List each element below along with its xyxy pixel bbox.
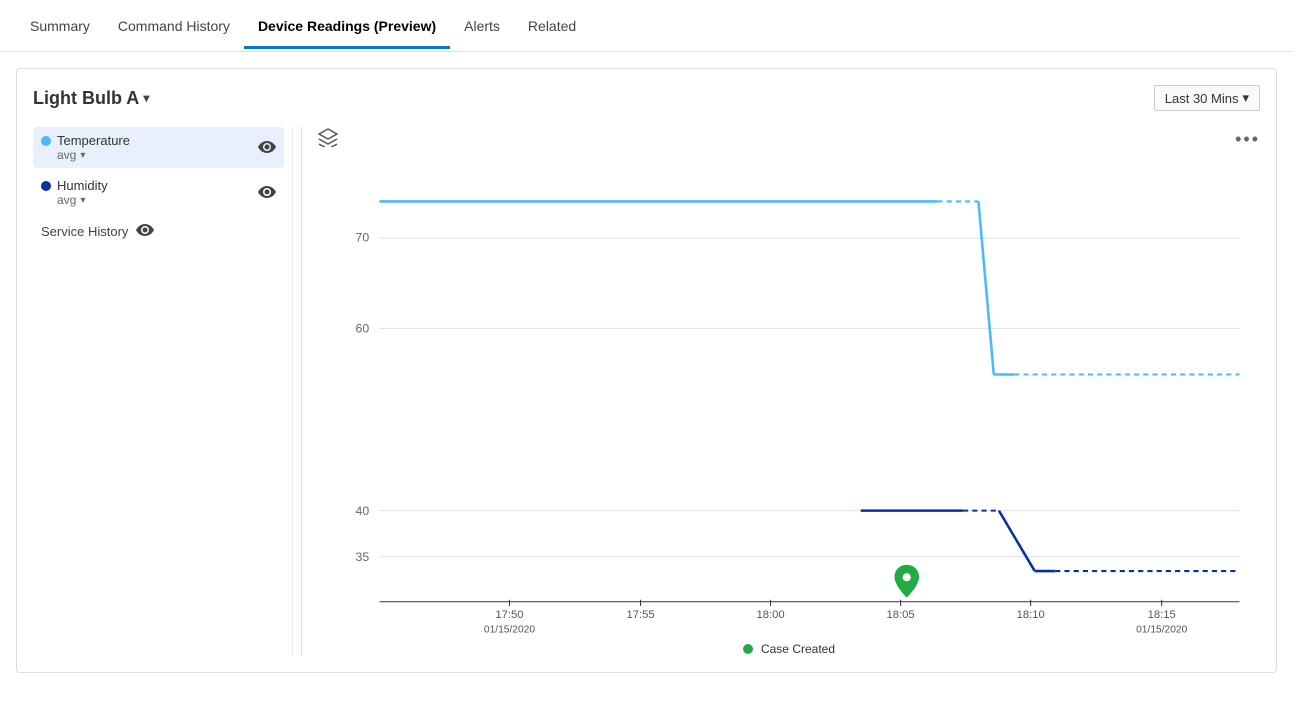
series-service-history-name: Service History bbox=[41, 224, 128, 239]
svg-text:70: 70 bbox=[356, 230, 370, 244]
series-humidity-agg: avg ▾ bbox=[57, 193, 108, 207]
series-humidity-agg-chevron: ▾ bbox=[80, 195, 85, 206]
series-humidity-eye-icon[interactable] bbox=[258, 185, 276, 201]
layers-icon[interactable] bbox=[318, 127, 338, 152]
series-humidity-name: Humidity bbox=[57, 178, 108, 193]
series-temperature-name-row: Temperature bbox=[41, 133, 130, 148]
tab-device-readings[interactable]: Device Readings (Preview) bbox=[244, 4, 450, 48]
sidebar-divider bbox=[301, 127, 302, 656]
device-name: Light Bulb A bbox=[33, 88, 139, 109]
svg-text:60: 60 bbox=[356, 321, 370, 335]
chart-legend: Case Created bbox=[318, 642, 1260, 656]
svg-text:01/15/2020: 01/15/2020 bbox=[1136, 625, 1187, 635]
series-humidity-dot bbox=[41, 181, 51, 191]
legend-case-created-dot bbox=[743, 644, 753, 654]
series-humidity-left: Humidity avg ▾ bbox=[41, 178, 108, 207]
device-chevron: ▾ bbox=[143, 91, 149, 105]
svg-text:18:10: 18:10 bbox=[1017, 609, 1045, 621]
time-range-selector[interactable]: Last 30 Mins ▾ bbox=[1154, 85, 1260, 111]
svg-text:18:05: 18:05 bbox=[887, 609, 915, 621]
chart-toolbar-left bbox=[318, 127, 338, 152]
series-temperature-eye-icon[interactable] bbox=[258, 140, 276, 156]
chart-more-icon[interactable]: ••• bbox=[1235, 129, 1260, 150]
chart-area: ••• bbox=[310, 127, 1260, 656]
time-range-label: Last 30 Mins bbox=[1165, 91, 1239, 106]
series-temperature-left: Temperature avg ▾ bbox=[41, 133, 130, 162]
tab-related[interactable]: Related bbox=[514, 4, 590, 48]
series-temperature-agg-chevron: ▾ bbox=[80, 150, 85, 161]
series-temperature-dot bbox=[41, 136, 51, 146]
time-range-chevron: ▾ bbox=[1242, 90, 1249, 106]
series-sidebar: Temperature avg ▾ bbox=[33, 127, 293, 656]
chart-wrap: 70 60 40 35 17:50 01/15/2020 bbox=[318, 160, 1260, 634]
svg-text:18:15: 18:15 bbox=[1148, 609, 1176, 621]
svg-text:18:00: 18:00 bbox=[756, 609, 784, 621]
series-temperature-agg: avg ▾ bbox=[57, 148, 130, 162]
device-title[interactable]: Light Bulb A ▾ bbox=[33, 88, 149, 109]
series-humidity-name-row: Humidity bbox=[41, 178, 108, 193]
svg-text:35: 35 bbox=[356, 550, 370, 564]
svg-text:01/15/2020: 01/15/2020 bbox=[484, 625, 535, 635]
series-item-service-history[interactable]: Service History bbox=[33, 217, 284, 245]
chart-svg: 70 60 40 35 17:50 01/15/2020 bbox=[318, 160, 1260, 634]
tab-alerts[interactable]: Alerts bbox=[450, 4, 514, 48]
svg-text:17:50: 17:50 bbox=[495, 609, 523, 621]
card-header: Light Bulb A ▾ Last 30 Mins ▾ bbox=[33, 85, 1260, 111]
tab-command-history[interactable]: Command History bbox=[104, 4, 244, 48]
tab-bar: Summary Command History Device Readings … bbox=[0, 0, 1293, 52]
svg-text:40: 40 bbox=[356, 504, 370, 518]
main-content: Light Bulb A ▾ Last 30 Mins ▾ bbox=[0, 52, 1293, 701]
series-service-history-eye-icon[interactable] bbox=[136, 223, 154, 239]
series-temperature-name: Temperature bbox=[57, 133, 130, 148]
series-item-temperature[interactable]: Temperature avg ▾ bbox=[33, 127, 284, 168]
tab-summary[interactable]: Summary bbox=[16, 4, 104, 48]
chart-card: Light Bulb A ▾ Last 30 Mins ▾ bbox=[16, 68, 1277, 673]
page-container: Summary Command History Device Readings … bbox=[0, 0, 1293, 701]
chart-toolbar: ••• bbox=[318, 127, 1260, 152]
chart-container: Temperature avg ▾ bbox=[33, 127, 1260, 656]
case-created-marker bbox=[894, 565, 919, 598]
legend-case-created-label: Case Created bbox=[761, 642, 835, 656]
series-item-humidity[interactable]: Humidity avg ▾ bbox=[33, 172, 284, 213]
svg-text:17:55: 17:55 bbox=[626, 609, 654, 621]
